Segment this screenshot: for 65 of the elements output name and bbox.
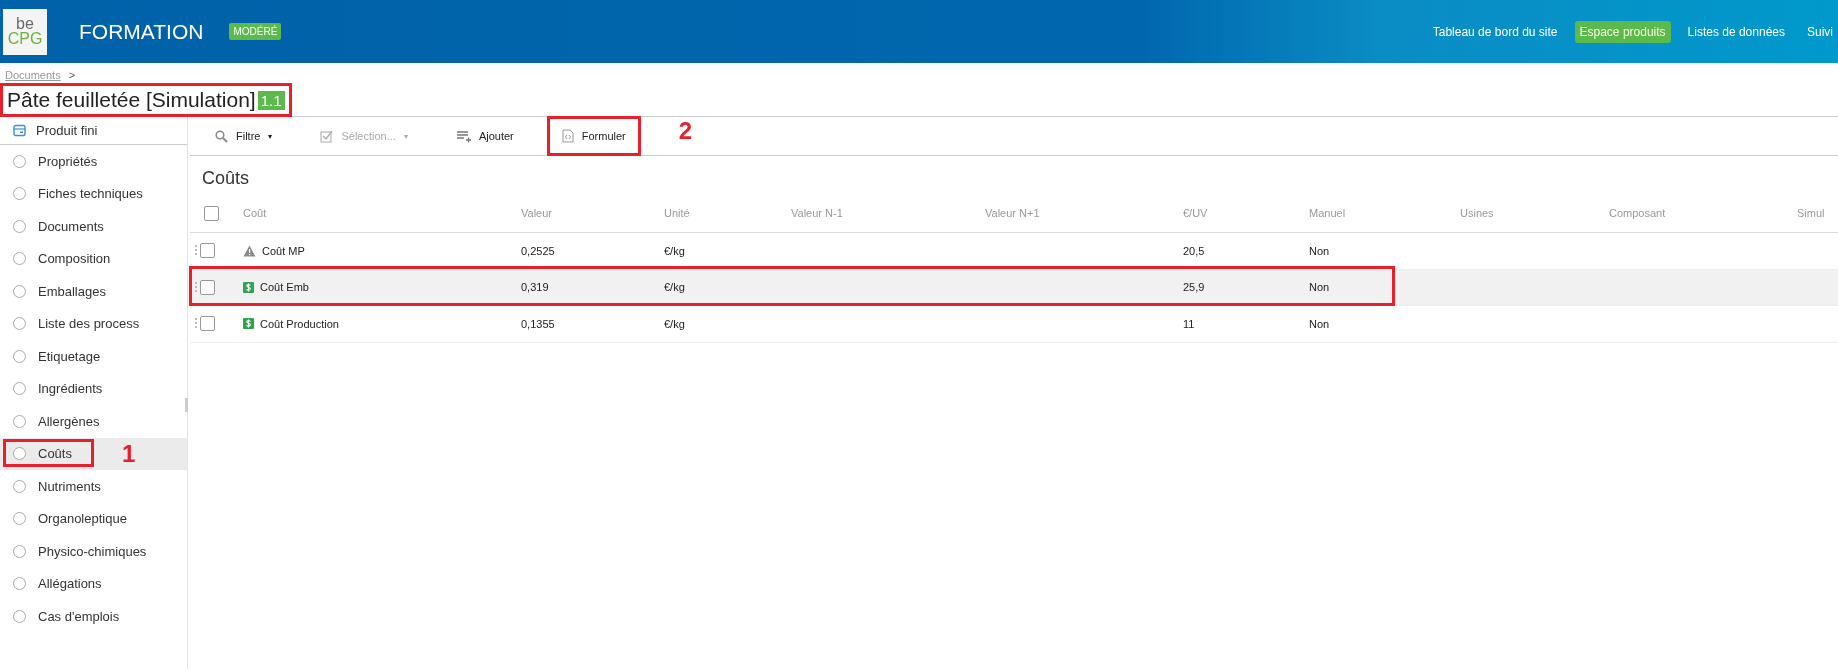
toolbar-button[interactable]: Ajouter: [452, 119, 529, 153]
warning-icon: [243, 244, 256, 257]
table-cell: Coût Production: [260, 317, 339, 330]
table-cell: €/kg: [664, 317, 685, 330]
sidebar-item[interactable]: Ingrédients: [0, 372, 187, 405]
drag-handle[interactable]: [195, 245, 197, 257]
table-row[interactable]: Coût MP 0,2525 €/kg 20,5 Non: [190, 233, 1838, 270]
add-list-icon: [455, 129, 471, 143]
toolbar-button[interactable]: Filtre ▾: [212, 119, 288, 153]
sidebar-item[interactable]: Nutriments: [0, 470, 187, 503]
table-cell: €/kg: [664, 244, 685, 257]
search-icon: [215, 129, 228, 143]
select-all-checkbox[interactable]: [204, 205, 219, 221]
section-title: Coûts: [201, 167, 251, 190]
table-cell: 11: [1183, 317, 1195, 330]
breadcrumb-separator: >: [68, 69, 76, 81]
page-title-text: Pâte feuilletée [Simulation]: [7, 88, 256, 112]
sidebar-item[interactable]: Emballages: [0, 275, 187, 308]
dollar-icon: [243, 281, 254, 293]
sidebar-item[interactable]: Documents: [0, 210, 187, 243]
annotation-number: 1: [122, 439, 136, 468]
annotation-number: 2: [678, 117, 693, 145]
row-checkbox[interactable]: [200, 279, 215, 295]
row-checkbox[interactable]: [200, 243, 215, 259]
sidebar-header: Produit fini: [36, 123, 98, 138]
sidebar-item[interactable]: Liste des process: [0, 307, 187, 340]
table-cell: €/kg: [664, 281, 685, 294]
product-icon: [13, 124, 26, 137]
sidebar-item[interactable]: Etiquetage: [0, 340, 187, 373]
status-badge: MODÉRÉ: [229, 23, 282, 40]
table-row[interactable]: Coût Emb 0,319 €/kg 25,9 Non: [190, 269, 1838, 306]
caret-icon: ▾: [403, 131, 408, 141]
sidebar-item[interactable]: Composition: [0, 242, 187, 275]
sidebar-item[interactable]: Allergènes: [0, 405, 187, 438]
sidebar-item[interactable]: Coûts 1: [0, 437, 187, 470]
document-code-icon: [561, 129, 574, 143]
table-cell: 0,2525: [521, 244, 555, 257]
toolbar-button[interactable]: Formuler: [546, 116, 641, 156]
table-cell: 20,5: [1183, 244, 1205, 257]
nav-link[interactable]: Tableau de bord du site: [1427, 20, 1563, 43]
sidebar-item[interactable]: Physico-chimiques: [0, 535, 187, 568]
row-checkbox[interactable]: [200, 316, 215, 332]
table-cell: Coût Emb: [260, 281, 309, 294]
table-row[interactable]: Coût Production 0,1355 €/kg 11 Non: [190, 306, 1838, 343]
sidebar-item[interactable]: Allégations: [0, 567, 187, 600]
dollar-icon: [243, 318, 254, 330]
caret-icon: ▾: [268, 131, 273, 141]
sidebar-item[interactable]: Cas d'emplois: [0, 600, 187, 633]
table-cell: 0,1355: [521, 317, 555, 330]
drag-handle[interactable]: [195, 318, 197, 330]
scrollbar-handle[interactable]: [185, 398, 188, 412]
table-cell: 0,319: [521, 281, 549, 294]
sidebar-item[interactable]: Propriétés: [0, 145, 187, 178]
logo[interactable]: be CPG: [3, 8, 47, 55]
version-badge: 1.1: [257, 90, 285, 110]
site-title: FORMATION: [79, 19, 204, 44]
checkbox-icon: [320, 129, 334, 143]
table-cell: Non: [1309, 244, 1330, 257]
table-cell: 25,9: [1183, 281, 1205, 294]
sidebar-item[interactable]: Fiches techniques: [0, 177, 187, 210]
sidebar-item[interactable]: Organoleptique: [0, 502, 187, 535]
table-cell: Coût MP: [262, 244, 305, 257]
table-cell: Non: [1309, 281, 1330, 294]
table-cell: Non: [1309, 317, 1330, 330]
drag-handle[interactable]: [195, 281, 197, 293]
